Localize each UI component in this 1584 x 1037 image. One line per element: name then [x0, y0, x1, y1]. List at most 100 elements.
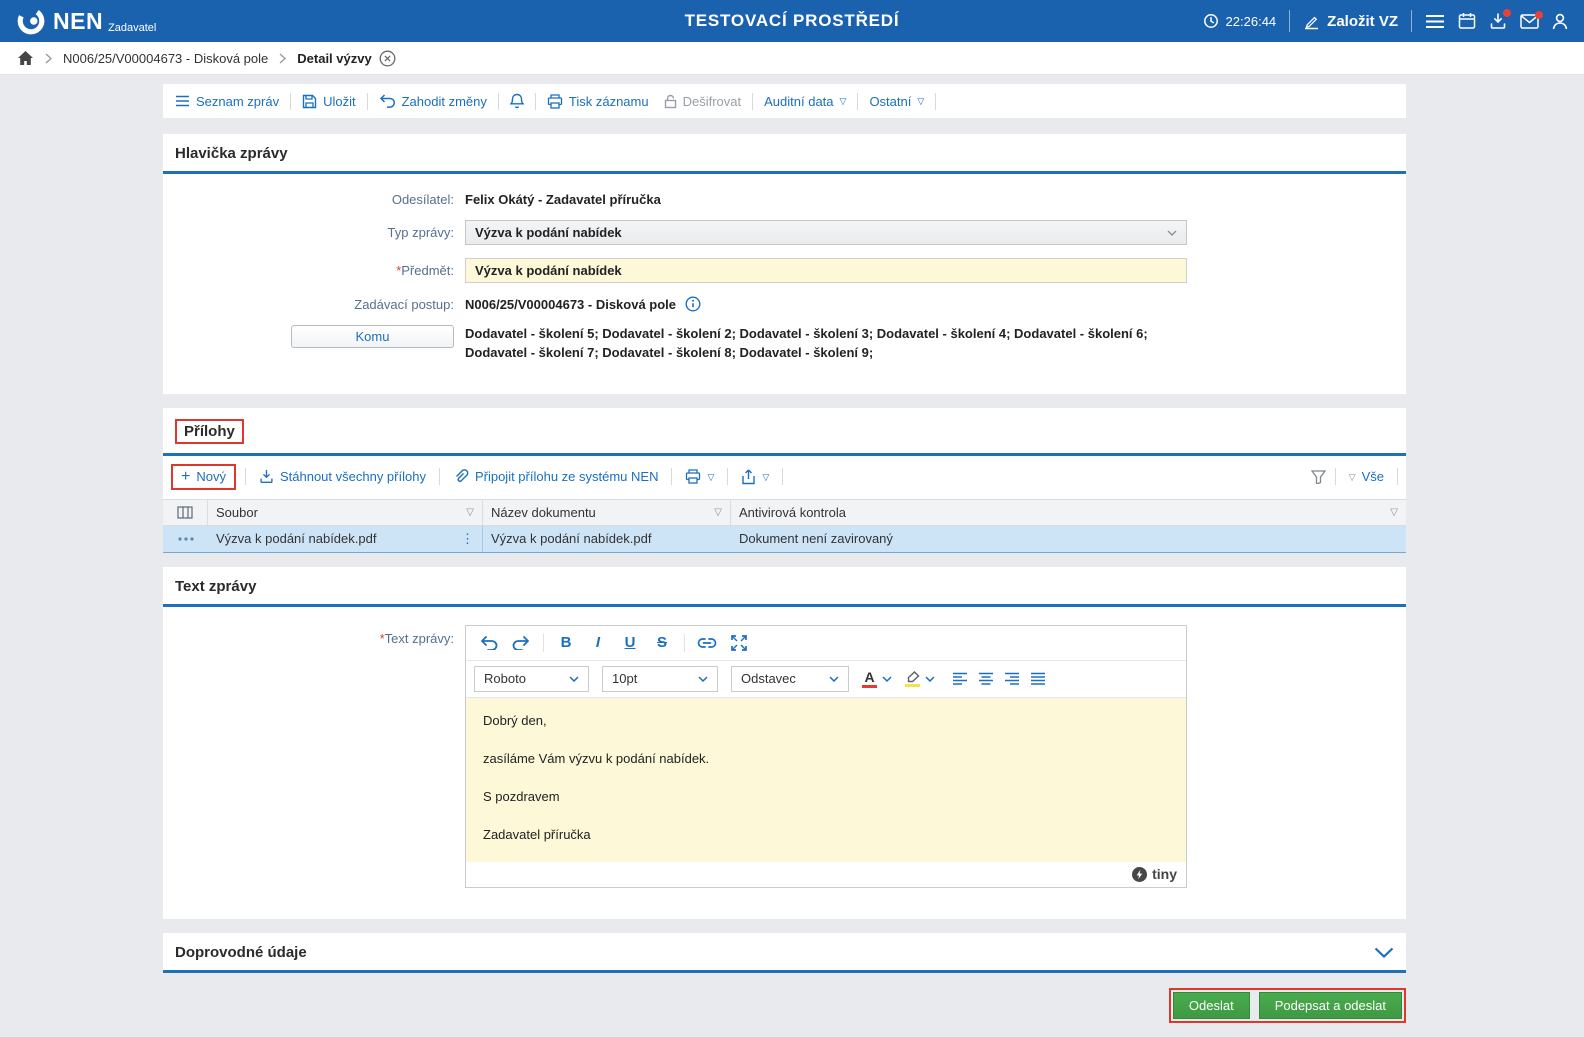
- sign-and-send-button[interactable]: Podepsat a odeslat: [1258, 991, 1402, 1019]
- strikethrough-button[interactable]: S: [647, 631, 677, 655]
- column-filter-icon[interactable]: ▽: [714, 507, 722, 518]
- calendar-button[interactable]: [1458, 12, 1476, 30]
- section-title: Text zprávy: [175, 577, 257, 595]
- block-format-select[interactable]: Odstavec: [731, 665, 849, 692]
- save-button[interactable]: Uložit: [298, 94, 360, 109]
- align-right-button[interactable]: [1004, 672, 1020, 686]
- align-center-button[interactable]: [978, 672, 994, 686]
- highlight-color-button[interactable]: [905, 670, 935, 687]
- chevron-down-icon[interactable]: [1374, 947, 1394, 958]
- editor-paragraph: Dobrý den,: [483, 712, 547, 728]
- recipients-button[interactable]: Komu: [291, 325, 454, 348]
- send-button[interactable]: Odeslat: [1172, 991, 1250, 1019]
- other-actions-button[interactable]: Ostatní ▽: [865, 94, 928, 109]
- cell-antivirus: Dokument není zavirovaný: [731, 526, 1406, 552]
- italic-button[interactable]: I: [583, 631, 613, 655]
- downloads-button[interactable]: [1489, 9, 1511, 30]
- sender-value: Felix Okátý - Zadavatel příručka: [465, 192, 661, 207]
- text-color-bar: [862, 684, 877, 688]
- fullscreen-button[interactable]: [724, 631, 754, 655]
- editor-content[interactable]: Dobrý den, zasíláme Vám výzvu k podání n…: [466, 697, 1186, 862]
- subject-label: *Předmět:: [396, 263, 454, 278]
- footer-actions: Odeslat Podepsat a odeslat: [163, 987, 1406, 1037]
- message-header-form: Odesílatel: Felix Okátý - Zadavatel přír…: [163, 174, 1406, 378]
- font-family-select[interactable]: Roboto: [474, 665, 589, 692]
- home-button[interactable]: [17, 50, 34, 66]
- message-type-select[interactable]: Výzva k podání nabídek: [465, 220, 1187, 245]
- list-icon: [175, 95, 190, 107]
- close-tab-icon[interactable]: [379, 50, 396, 67]
- sender-label: Odesílatel:: [391, 192, 454, 207]
- toolbar-separator: [244, 468, 246, 486]
- subject-input[interactable]: Výzva k podání nabídek: [465, 258, 1187, 283]
- message-type-label: Typ zprávy:: [387, 225, 454, 240]
- decrypt-button[interactable]: Dešifrovat: [660, 94, 746, 109]
- collapsible-section-header[interactable]: Doprovodné údaje: [163, 933, 1406, 970]
- breadcrumb-procedure[interactable]: N006/25/V00004673 - Disková pole: [63, 51, 268, 66]
- column-header-document-name[interactable]: Název dokumentu ▽: [483, 499, 731, 525]
- align-justify-button[interactable]: [1030, 672, 1046, 686]
- info-icon[interactable]: [685, 296, 701, 312]
- menu-button[interactable]: [1425, 14, 1445, 29]
- bold-button[interactable]: B: [551, 631, 581, 655]
- align-left-button[interactable]: [952, 672, 968, 686]
- column-header-file[interactable]: Soubor ▽: [208, 499, 483, 525]
- section-divider: [163, 969, 1406, 973]
- new-attachment-label: Nový: [196, 469, 226, 485]
- show-all-filter-button[interactable]: ▽ Vše: [1345, 469, 1388, 484]
- toolbar-separator: [438, 468, 440, 486]
- section-head: Přílohy: [163, 408, 1406, 453]
- chevron-right-icon: [45, 52, 52, 64]
- column-filter-icon[interactable]: ▽: [1390, 507, 1398, 518]
- cell-document-name: Výzva k podání nabídek.pdf: [483, 526, 731, 552]
- topbar-separator: [1411, 10, 1412, 32]
- filter-funnel-button[interactable]: [1310, 470, 1326, 484]
- attach-from-nen-button[interactable]: Připojit přílohu ze systému NEN: [449, 468, 663, 485]
- section-attachments: Přílohy + Nový Stáhnout všechny přílohy …: [163, 407, 1406, 553]
- audit-data-button[interactable]: Auditní data ▽: [760, 94, 850, 109]
- print-record-button[interactable]: Tisk záznamu: [543, 94, 653, 109]
- column-filter-icon[interactable]: ▽: [466, 507, 474, 518]
- toolbar-separator: [543, 633, 544, 652]
- new-attachment-button[interactable]: + Nový: [171, 463, 236, 490]
- export-attachment-button[interactable]: ▽: [737, 469, 773, 485]
- audit-data-label: Auditní data: [764, 93, 834, 109]
- chevron-down-icon: [882, 676, 892, 682]
- row-menu-button[interactable]: [163, 526, 208, 552]
- editor-statusbar: tiny: [466, 862, 1186, 887]
- nen-brand[interactable]: NEN Zadavatel: [16, 6, 156, 36]
- top-navigation-bar: NEN Zadavatel TESTOVACÍ PROSTŘEDÍ 22:26:…: [0, 0, 1584, 42]
- edit-icon: [1303, 13, 1320, 30]
- show-all-label: Vše: [1361, 469, 1384, 485]
- text-color-button[interactable]: A: [862, 670, 892, 688]
- toolbar-separator: [366, 92, 368, 110]
- font-size-select[interactable]: 10pt: [602, 665, 718, 692]
- message-list-button[interactable]: Seznam zpráv: [171, 94, 283, 109]
- tinymce-brand-label[interactable]: tiny: [1152, 866, 1177, 882]
- redo-button[interactable]: [506, 631, 536, 655]
- print-record-label: Tisk záznamu: [568, 93, 649, 109]
- print-attachment-button[interactable]: ▽: [681, 469, 718, 484]
- column-header-antivirus[interactable]: Antivirová kontrola ▽: [731, 500, 1406, 525]
- column-chooser-button[interactable]: [163, 499, 208, 525]
- link-button[interactable]: [692, 631, 722, 655]
- save-icon: [302, 94, 317, 109]
- undo-button[interactable]: [474, 631, 504, 655]
- save-label: Uložit: [323, 93, 356, 109]
- create-vz-button[interactable]: Založit VZ: [1303, 13, 1398, 30]
- discard-changes-button[interactable]: Zahodit změny: [375, 94, 491, 109]
- dropdown-triangle-icon: ▽: [707, 471, 715, 482]
- kebab-menu-icon[interactable]: ⋮: [461, 531, 474, 547]
- form-row-sender: Odesílatel: Felix Okátý - Zadavatel přír…: [175, 192, 1394, 207]
- download-all-attachments-button[interactable]: Stáhnout všechny přílohy: [255, 469, 430, 484]
- breadcrumb-current-tab[interactable]: Detail výzvy: [297, 50, 396, 67]
- messages-button[interactable]: [1520, 10, 1543, 29]
- dropdown-triangle-icon: ▽: [1348, 471, 1356, 482]
- breadcrumb-current: Detail výzvy: [297, 50, 372, 66]
- notifications-button[interactable]: [506, 93, 528, 109]
- attachment-table-row[interactable]: Výzva k podání nabídek.pdf ⋮ Výzva k pod…: [163, 525, 1406, 553]
- user-profile-button[interactable]: [1552, 13, 1568, 30]
- calendar-icon: [1458, 12, 1476, 30]
- underline-button[interactable]: U: [615, 631, 645, 655]
- dropdown-triangle-icon: ▽: [762, 471, 770, 482]
